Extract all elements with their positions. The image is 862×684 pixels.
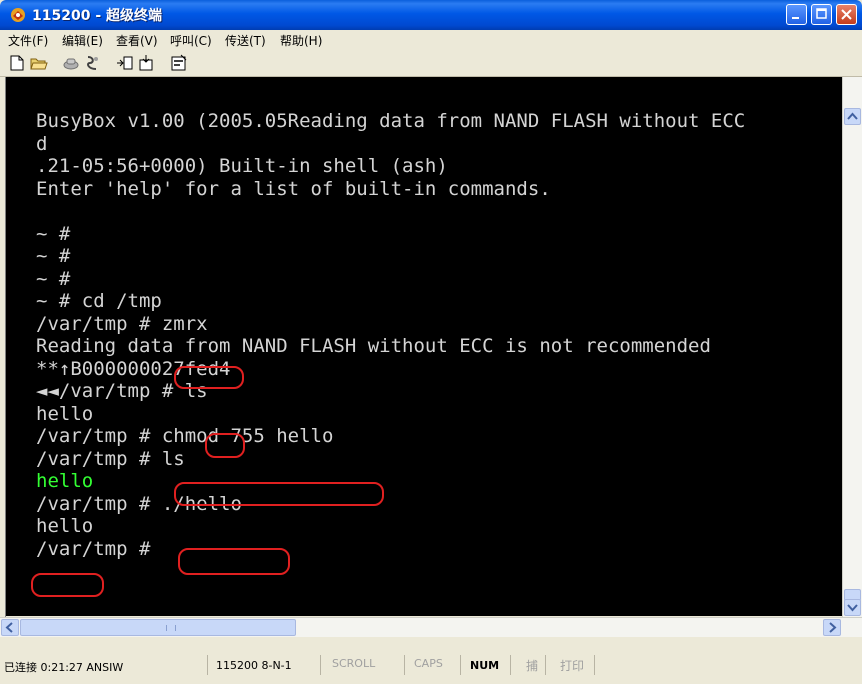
status-scroll: SCROLL <box>332 657 376 670</box>
arrow-left-icon <box>5 622 13 633</box>
status-caps: CAPS <box>414 657 443 670</box>
title-bar[interactable]: 115200 - 超级终端 <box>0 0 862 30</box>
scroll-up-button[interactable] <box>844 108 861 125</box>
terminal-frame: BusyBox v1.00 (2005.05Reading data from … <box>0 77 862 617</box>
terminal-top-area <box>6 77 842 107</box>
terminal-line: /var/tmp # <box>36 537 151 560</box>
terminal-line: ~ # <box>36 222 71 245</box>
close-button[interactable] <box>836 4 857 25</box>
status-separator <box>460 655 461 675</box>
disconnect-icon[interactable] <box>84 54 102 72</box>
menu-call[interactable]: 呼叫(C) <box>170 32 212 49</box>
maximize-button[interactable] <box>811 4 832 25</box>
hyperterminal-app-icon[interactable] <box>10 7 26 23</box>
menu-view[interactable]: 查看(V) <box>116 32 158 49</box>
terminal-line: Enter 'help' for a list of built-in comm… <box>36 177 551 200</box>
menu-transfer[interactable]: 传送(T) <box>225 32 266 49</box>
vertical-scrollbar[interactable] <box>842 77 862 617</box>
terminal-line: ~ # <box>36 245 71 267</box>
status-num: NUM <box>470 659 500 672</box>
toolbar <box>0 50 862 77</box>
terminal-line: ~ # cd /tmp <box>36 290 162 312</box>
terminal-line: /var/tmp # chmod 755 hello <box>36 425 334 447</box>
highlight-chmod <box>174 482 384 506</box>
status-print: 打印 <box>560 659 585 673</box>
status-separator <box>320 655 321 675</box>
terminal-line: .21-05:56+0000) Built-in shell (ash) <box>36 155 448 177</box>
status-bar: 已连接 0:21:27 ANSIW 115200 8-N-1 SCROLL CA… <box>0 637 862 684</box>
menu-edit[interactable]: 编辑(E) <box>62 32 103 49</box>
receive-icon[interactable] <box>138 54 156 72</box>
highlight-hello-output <box>31 573 104 597</box>
arrow-right-icon <box>829 622 837 633</box>
terminal-line: ~ # <box>36 267 71 290</box>
status-connection: 已连接 0:21:27 ANSIW <box>4 661 124 674</box>
menu-help[interactable]: 帮助(H) <box>280 32 322 49</box>
status-separator <box>545 655 546 675</box>
highlight-zmrx <box>174 366 244 389</box>
terminal-line: BusyBox v1.00 (2005.05Reading data from … <box>36 110 746 132</box>
terminal-line: hello <box>36 515 94 537</box>
scroll-right-button[interactable] <box>823 619 841 636</box>
hyperterminal-window: 115200 - 超级终端 文件(F) 编辑(E) 查看(V) 呼叫(C) 传送… <box>0 0 862 684</box>
terminal-screen[interactable]: BusyBox v1.00 (2005.05Reading data from … <box>6 107 842 616</box>
terminal-line: hello <box>36 470 94 492</box>
open-folder-icon[interactable] <box>30 54 48 72</box>
terminal-line: Reading data from NAND FLASH without ECC… <box>36 335 711 357</box>
highlight-ls <box>205 433 245 458</box>
minimize-button[interactable] <box>786 4 807 25</box>
status-separator <box>510 655 511 675</box>
menu-file[interactable]: 文件(F) <box>8 32 48 49</box>
terminal-line: hello <box>36 402 94 425</box>
terminal-line: /var/tmp # zmrx <box>36 312 208 335</box>
status-separator <box>207 655 208 675</box>
highlight-run-hello <box>178 548 290 575</box>
new-document-icon[interactable] <box>8 54 26 72</box>
terminal-line: d <box>36 132 48 155</box>
scroll-left-button[interactable] <box>1 619 19 636</box>
minimize-icon <box>792 17 799 19</box>
send-icon[interactable] <box>116 54 134 72</box>
grip-icon <box>166 625 176 631</box>
call-icon[interactable] <box>62 54 80 72</box>
menu-bar: 文件(F) 编辑(E) 查看(V) 呼叫(C) 传送(T) 帮助(H) <box>0 30 862 50</box>
status-capture: 捕 <box>526 659 539 673</box>
status-separator <box>404 655 405 675</box>
properties-icon[interactable] <box>170 54 188 72</box>
arrow-down-icon <box>847 604 858 612</box>
arrow-up-icon <box>847 112 858 120</box>
horizontal-scroll-thumb[interactable] <box>20 619 296 636</box>
terminal-line: /var/tmp # ls <box>36 447 185 470</box>
scroll-down-button[interactable] <box>844 599 861 616</box>
status-port: 115200 8-N-1 <box>216 659 292 672</box>
horizontal-scrollbar[interactable] <box>0 617 862 637</box>
window-title: 115200 - 超级终端 <box>32 8 163 24</box>
maximize-icon <box>816 8 827 19</box>
close-icon <box>841 9 852 20</box>
status-separator <box>594 655 595 675</box>
